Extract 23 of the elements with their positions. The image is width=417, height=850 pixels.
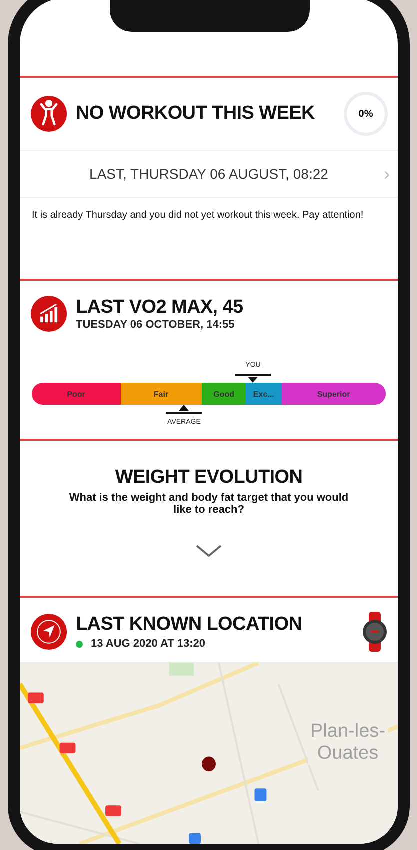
scale-segment: Exc... [246,383,282,405]
last-workout-text: LAST, THURSDAY 06 AUGUST, 08:22 [90,166,328,182]
scale-segment: Superior [282,383,386,405]
status-dot [76,640,83,648]
weight-question: What is the weight and body fat target that you would like to reach? [68,492,350,516]
card-title: LAST VO2 MAX, 45 [76,297,244,319]
running-figure-icon [30,95,68,133]
bar-chart-icon [30,295,68,333]
card-title: WEIGHT EVOLUTION [115,467,303,489]
scale-segment: Good [202,383,246,405]
last-workout-row[interactable]: LAST, THURSDAY 06 AUGUST, 08:22 › [20,150,398,198]
scale-segment: Fair [120,383,202,405]
scale-segment: Poor [32,383,120,405]
chevron-icon: › [384,164,390,184]
map-place-label: Plan-les-Ouates [308,721,388,765]
warning-message: It is already Thursday and you did not yet workout this week. Pay attention! [32,209,365,223]
card-title: LAST KNOWN LOCATION [76,614,304,636]
expand-chevron-icon[interactable] [195,544,223,558]
card-title: NO WORKOUT THIS WEEK [76,103,316,125]
card-subtitle: TUESDAY 06 OCTOBER, 14:55 [76,319,236,331]
location-date: 13 AUG 2020 AT 13:20 [91,638,206,650]
ring-value: 0% [358,108,374,120]
smartwatch-icon [362,612,388,652]
